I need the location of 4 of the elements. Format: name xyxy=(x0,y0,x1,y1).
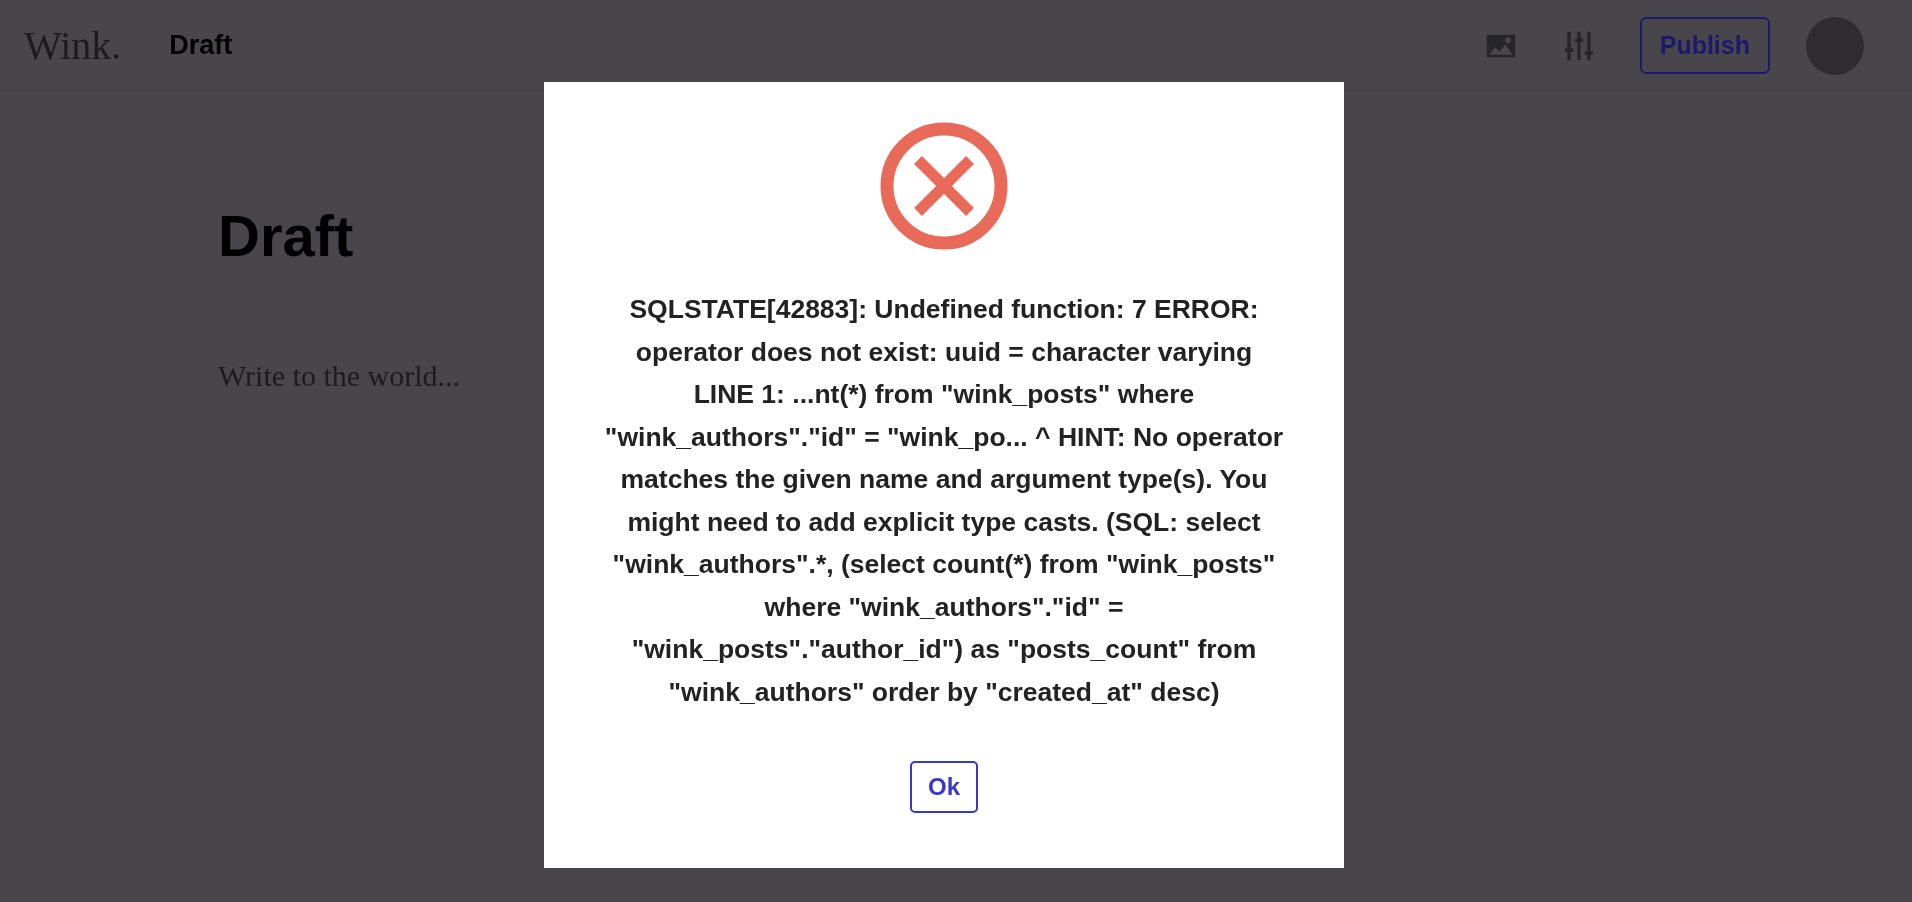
error-message: SQLSTATE[42883]: Undefined function: 7 ERROR: operator does not exist: uuid = character varying LINE 1: ...nt(*) from "wink_posts" where "wink_authors"."id" = "wink_po... ^ HINT: No operator matches the given name and argument type(s). You might need to add explicit type casts. (SQL: select "wink_authors".*, (select count(*) from "wink_posts" where "wink_authors"."id" = "wink_posts"."author_id") as "posts_count" from "wink_authors" order by "created_at" desc) xyxy=(604,293,1284,709)
post-title: Draft xyxy=(218,202,355,269)
ok-button[interactable]: Ok xyxy=(910,761,978,813)
page-title: Draft xyxy=(169,30,233,61)
